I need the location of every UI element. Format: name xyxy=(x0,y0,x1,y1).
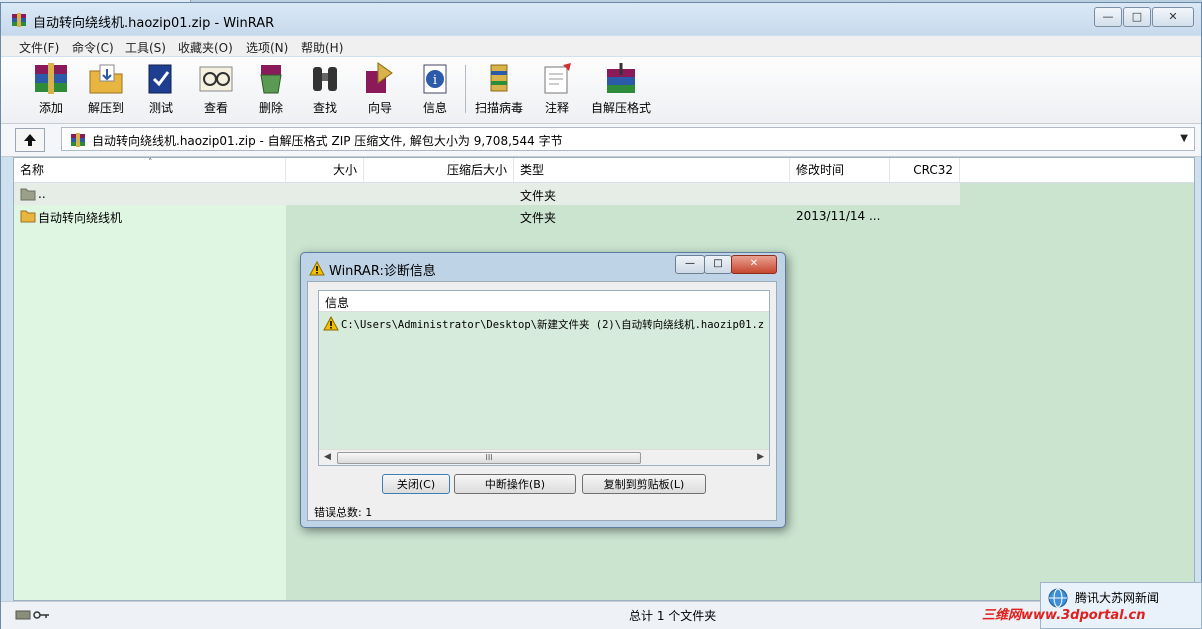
view-label: 查看 xyxy=(203,101,228,115)
close-button[interactable]: 关闭(C) xyxy=(382,474,450,494)
wizard-label: 向导 xyxy=(367,101,392,115)
header-crc32[interactable]: CRC32 xyxy=(890,158,960,182)
message-list-header: 信息 xyxy=(319,291,769,312)
message-text[interactable]: C:\Users\Administrator\Desktop\新建文件夹 (2)… xyxy=(341,317,764,332)
sfx-label: 自解压格式 xyxy=(590,101,651,115)
test-icon xyxy=(148,64,172,94)
message-list[interactable]: 信息 C:\Users\Administrator\Desktop\新建文件夹 … xyxy=(318,290,770,466)
address-bar: 自动转向绕线机.haozip01.zip - 自解压格式 ZIP 压缩文件, 解… xyxy=(1,124,1201,157)
view-glasses-icon xyxy=(199,66,233,92)
delete-icon xyxy=(260,65,282,94)
menu-options[interactable]: 选项(N) xyxy=(246,39,288,56)
status-text: 总计 1 个文件夹 xyxy=(629,609,717,623)
scan-virus-icon xyxy=(490,64,508,92)
abort-button[interactable]: 中断操作(B) xyxy=(454,474,576,494)
header-packed[interactable]: 压缩后大小 xyxy=(364,158,514,182)
menu-commands[interactable]: 命令(C) xyxy=(72,39,114,56)
header-size[interactable]: 大小 xyxy=(286,158,364,182)
find-label: 查找 xyxy=(312,101,337,115)
header-modified[interactable]: 修改时间 xyxy=(790,158,890,182)
close-window-button[interactable]: ✕ xyxy=(1152,7,1194,27)
minimize-button[interactable]: — xyxy=(1094,7,1122,27)
header-type[interactable]: 类型 xyxy=(514,158,790,182)
row-type: 文件夹 xyxy=(520,189,557,203)
table-row[interactable]: .. 文件夹 xyxy=(14,183,960,205)
horizontal-scrollbar[interactable]: ◀ III ▶ xyxy=(319,449,769,465)
table-row[interactable]: 自动转向绕线机 文件夹 2013/11/14 ... xyxy=(14,205,960,227)
up-folder-button[interactable] xyxy=(15,128,45,152)
test-button[interactable]: 测试 xyxy=(135,61,187,119)
row-type: 文件夹 xyxy=(520,211,557,225)
comment-icon xyxy=(544,63,571,94)
menu-help[interactable]: 帮助(H) xyxy=(301,39,343,56)
comment-label: 注释 xyxy=(544,101,569,115)
scroll-right-icon[interactable]: ▶ xyxy=(757,452,764,462)
info-icon: i xyxy=(423,64,447,94)
delete-label: 删除 xyxy=(258,101,283,115)
row-name: 自动转向绕线机 xyxy=(38,211,123,225)
menu-tools[interactable]: 工具(S) xyxy=(125,39,166,56)
row-modified: 2013/11/14 ... xyxy=(796,209,881,223)
title-bar[interactable]: 自动转向绕线机.haozip01.zip - WinRAR — □ ✕ xyxy=(1,3,1201,35)
scroll-left-icon[interactable]: ◀ xyxy=(324,452,331,462)
wizard-button[interactable]: 向导 xyxy=(354,61,406,119)
dialog-minimize-button[interactable]: — xyxy=(675,255,705,274)
scan-virus-button[interactable]: 扫描病毒 xyxy=(473,61,525,119)
copy-to-clipboard-button[interactable]: 复制到剪贴板(L) xyxy=(582,474,706,494)
dialog-title: WinRAR:诊断信息 xyxy=(329,264,436,279)
add-button[interactable]: 添加 xyxy=(25,61,77,119)
extract-to-button[interactable]: 解压到 xyxy=(80,61,132,119)
dialog-maximize-button[interactable]: □ xyxy=(704,255,732,274)
scroll-thumb[interactable]: III xyxy=(337,452,641,464)
scan-virus-label: 扫描病毒 xyxy=(474,101,523,115)
find-binoculars-icon xyxy=(313,67,337,91)
winrar-app-icon xyxy=(12,13,26,27)
folder-icon xyxy=(20,210,36,223)
path-field[interactable]: 自动转向绕线机.haozip01.zip - 自解压格式 ZIP 压缩文件, 解… xyxy=(61,127,1195,151)
window-title: 自动转向绕线机.haozip01.zip - WinRAR xyxy=(33,16,275,31)
sfx-button[interactable]: 自解压格式 xyxy=(589,61,653,119)
toolbar-separator xyxy=(465,65,466,113)
folder-up-icon xyxy=(20,188,36,201)
comment-button[interactable]: 注释 xyxy=(531,61,583,119)
up-arrow-icon xyxy=(24,134,36,146)
warning-icon xyxy=(309,261,325,276)
add-archive-icon xyxy=(35,63,67,94)
delete-button[interactable]: 删除 xyxy=(245,61,297,119)
menu-file[interactable]: 文件(F) xyxy=(19,39,59,56)
info-label: 信息 xyxy=(422,101,447,115)
error-count: 错误总数: 1 xyxy=(314,506,373,519)
watermark: 三维网www.3dportal.cn xyxy=(982,608,1146,623)
row-name: .. xyxy=(38,187,46,201)
svg-text:i: i xyxy=(433,73,437,88)
toolbar: 添加 解压到 测试 查看 删除 查找 向导 i 信息 扫描病毒 注释 自解压格式 xyxy=(1,57,1201,124)
diagnostic-dialog: WinRAR:诊断信息 — □ ✕ 信息 C:\Users\Administra… xyxy=(300,252,786,528)
drive-key-icon xyxy=(15,610,49,620)
dialog-body: 信息 C:\Users\Administrator\Desktop\新建文件夹 … xyxy=(307,281,777,521)
path-text: 自动转向绕线机.haozip01.zip - 自解压格式 ZIP 压缩文件, 解… xyxy=(92,134,563,148)
list-header: 名称 ˄ 大小 压缩后大小 类型 修改时间 CRC32 xyxy=(14,158,1194,183)
warning-icon xyxy=(323,316,339,331)
maximize-button[interactable]: □ xyxy=(1123,7,1151,27)
sfx-icon xyxy=(607,63,635,93)
info-button[interactable]: i 信息 xyxy=(409,61,461,119)
header-info[interactable]: 信息 xyxy=(325,294,349,311)
extract-to-label: 解压到 xyxy=(87,101,124,115)
archive-icon xyxy=(71,133,85,147)
sort-ascending-icon: ˄ xyxy=(148,158,153,168)
chevron-down-icon[interactable]: ▼ xyxy=(1180,133,1188,144)
test-label: 测试 xyxy=(148,101,173,115)
wizard-icon xyxy=(366,62,393,93)
menu-favorites[interactable]: 收藏夹(O) xyxy=(178,39,233,56)
menu-bar: 文件(F) 命令(C) 工具(S) 收藏夹(O) 选项(N) 帮助(H) xyxy=(1,36,1201,56)
add-label: 添加 xyxy=(38,101,63,115)
find-button[interactable]: 查找 xyxy=(299,61,351,119)
dialog-close-button[interactable]: ✕ xyxy=(731,255,777,274)
extract-folder-icon xyxy=(89,64,123,94)
view-button[interactable]: 查看 xyxy=(190,61,242,119)
